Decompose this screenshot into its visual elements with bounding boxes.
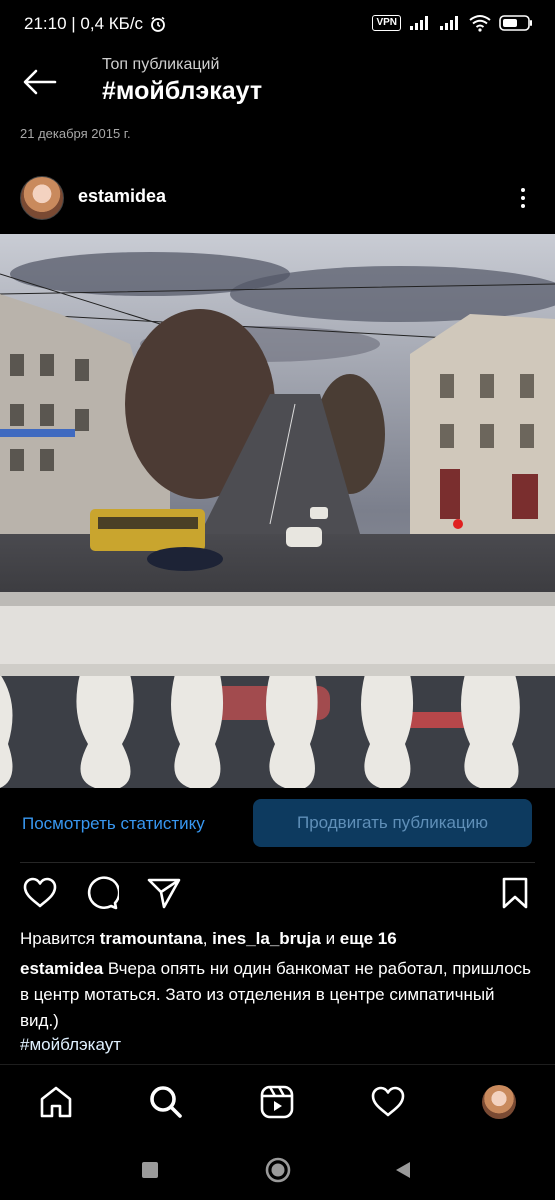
back-triangle-icon [396,1162,410,1178]
page-title: #мойблэкаут [102,77,263,105]
more-options-button[interactable] [511,182,535,214]
likes-separator: , [202,929,213,948]
header-subtitle: Топ публикаций [102,56,220,73]
post-photo[interactable] [0,234,555,788]
nav-home[interactable] [33,1079,79,1125]
home-system-button[interactable] [262,1154,294,1186]
comment-button[interactable] [82,873,122,913]
home-icon [40,1086,72,1118]
reels-icon [260,1085,294,1119]
send-icon [147,878,181,909]
author-username[interactable]: estamidea [78,186,166,207]
back-system-button[interactable] [387,1154,419,1186]
share-button[interactable] [144,873,184,913]
promote-post-button[interactable]: Продвигать публикацию [253,799,532,847]
heart-icon [371,1086,405,1117]
signal-icon [410,16,428,30]
status-left: 21:10 | 0,4 КБ/с [24,14,167,34]
post-date: 21 декабря 2015 г. [20,126,131,141]
bottom-navigation [0,1064,555,1141]
vpn-badge: VPN [372,15,401,31]
nav-search[interactable] [143,1079,189,1125]
battery-icon [499,15,532,31]
system-navigation [0,1140,555,1200]
save-button[interactable] [495,873,535,913]
likes-and: и [320,929,340,948]
status-right: VPN [372,14,533,32]
likes-prefix: Нравится [20,929,100,948]
nav-profile[interactable] [476,1079,522,1125]
home-circle-icon [265,1157,291,1183]
divider [20,862,535,863]
recents-square-icon [142,1162,158,1178]
comment-icon [87,876,119,910]
more-vertical-icon [521,188,525,192]
nav-activity[interactable] [365,1079,411,1125]
search-icon [150,1086,182,1118]
heart-icon [23,877,57,908]
caption-username[interactable]: estamidea [20,959,103,978]
alarm-icon [151,16,165,32]
profile-avatar [482,1085,516,1119]
post-photo-image [0,234,555,788]
post-caption: estamidea Вчера опять ни один банкомат н… [20,956,535,1034]
arrow-left-icon [23,69,57,95]
likes-more[interactable]: еще 16 [340,929,397,948]
signal-icon-2 [440,16,458,30]
status-time: 21:10 | 0,4 КБ/с [24,14,144,33]
nav-reels[interactable] [254,1079,300,1125]
bookmark-icon [502,877,528,909]
view-stats-link[interactable]: Посмотреть статистику [22,814,205,834]
status-bar: 21:10 | 0,4 КБ/с VPN [0,0,555,52]
likes-summary[interactable]: Нравится tramountana, ines_la_bruja и ещ… [20,929,397,949]
liker-username-2[interactable]: ines_la_bruja [212,929,321,948]
wifi-icon [469,15,491,32]
caption-hashtag[interactable]: #мойблэкаут [20,1035,121,1055]
author-avatar[interactable] [20,176,64,220]
back-button[interactable] [18,62,62,102]
recents-button[interactable] [134,1154,166,1186]
like-button[interactable] [20,873,60,913]
liker-username-1[interactable]: tramountana [100,929,203,948]
